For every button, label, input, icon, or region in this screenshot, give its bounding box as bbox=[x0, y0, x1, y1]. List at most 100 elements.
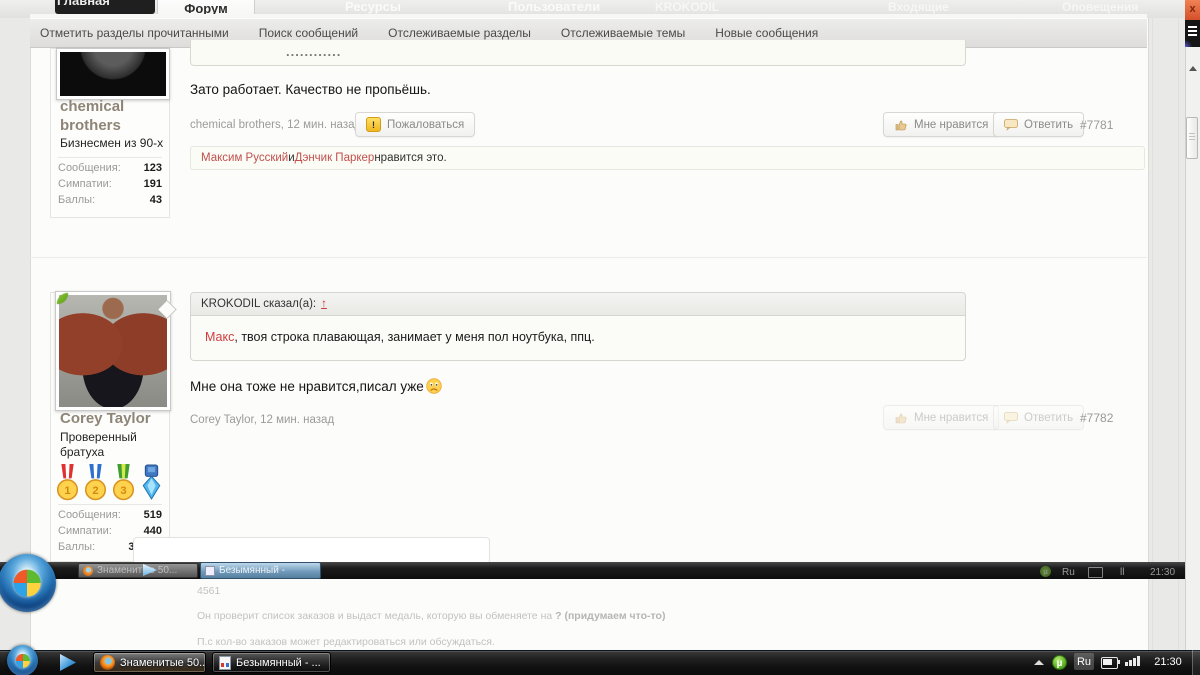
stat-label: Баллы: bbox=[58, 194, 95, 206]
ghost-keyboard-icon bbox=[1088, 567, 1103, 578]
subnav-watched-threads[interactable]: Отслеживаемые темы bbox=[561, 26, 685, 40]
faded-line-1: 4561 bbox=[197, 585, 220, 597]
post-meta-1[interactable]: chemical brothers, 12 мин. назад bbox=[190, 119, 361, 131]
svg-text:3: 3 bbox=[120, 485, 126, 497]
report-button[interactable]: ! Пожаловаться bbox=[355, 112, 475, 137]
thumb-up-icon bbox=[894, 411, 908, 425]
quote-author: KROKODIL сказал(а): bbox=[201, 298, 316, 310]
post-meta-2[interactable]: Corey Taylor, 12 мин. назад bbox=[190, 414, 334, 426]
ghost-clock: 21:30 bbox=[1150, 567, 1175, 578]
ghost-taskbar-button-2: Безымянный - bbox=[200, 562, 321, 579]
post-body-2-text: Мне она тоже не нравится,писал уже bbox=[190, 379, 424, 394]
ghost-windows-flag-icon bbox=[14, 570, 41, 597]
liker-link-2[interactable]: Дэнчик Паркер bbox=[295, 152, 375, 164]
medal-row: 1 2 3 bbox=[54, 464, 165, 501]
show-desktop-button[interactable] bbox=[1192, 650, 1200, 675]
svg-text:2: 2 bbox=[92, 485, 98, 497]
stat-value: 440 bbox=[144, 525, 162, 537]
quote-mention-link[interactable]: Макс bbox=[205, 330, 234, 344]
battery-icon[interactable] bbox=[1101, 657, 1118, 669]
header-inbox-link[interactable]: Входящие bbox=[888, 0, 949, 14]
subnav-search-posts[interactable]: Поиск сообщений bbox=[259, 26, 358, 40]
utorrent-tray-icon[interactable]: µ bbox=[1052, 655, 1067, 670]
embedded-screenshot-taskbar: Знаменитые 50... Безымянный - µ Ru ll 21… bbox=[0, 562, 1186, 579]
like-label: Мне нравится bbox=[914, 412, 988, 424]
svg-text:1: 1 bbox=[64, 485, 70, 497]
windows-flag-icon bbox=[15, 653, 29, 667]
ghost-taskbar-button-1: Знаменитые 50... bbox=[78, 563, 198, 578]
scroll-widget-close-icon[interactable]: x bbox=[1185, 0, 1200, 20]
scrollbar-track[interactable] bbox=[1185, 0, 1200, 650]
medal-gold-3-icon: 3 bbox=[110, 464, 137, 501]
post-body-1: Зато работает. Качество не пропьёшь. bbox=[190, 82, 431, 97]
tray-hidden-icons-arrow[interactable] bbox=[1034, 660, 1044, 665]
reply-button-1[interactable]: Ответить bbox=[993, 112, 1084, 137]
stat-label: Симпатии: bbox=[58, 178, 112, 190]
like-label: Мне нравится bbox=[914, 119, 988, 131]
stat-label: Сообщения: bbox=[58, 509, 121, 521]
report-label: Пожаловаться bbox=[387, 119, 464, 131]
stat-label: Сообщения: bbox=[58, 162, 121, 174]
faded-line-2: Он проверит список заказов и выдаст меда… bbox=[197, 610, 665, 622]
post-number-2[interactable]: #7782 bbox=[1080, 411, 1113, 425]
faded-line-2-text: Он проверит список заказов и выдаст меда… bbox=[197, 610, 555, 622]
quote-body: Макс, твоя строка плавающая, занимает у … bbox=[190, 316, 966, 361]
subnav-new-posts[interactable]: Новые сообщения bbox=[715, 26, 818, 40]
ghost-window-2-label: Безымянный - bbox=[219, 565, 285, 576]
like-button-2[interactable]: Мне нравится bbox=[883, 405, 999, 430]
language-indicator[interactable]: Ru bbox=[1074, 653, 1094, 670]
avatar-2[interactable] bbox=[55, 291, 171, 411]
author-title-1: Бизнесмен из 90-х bbox=[60, 136, 164, 151]
ghost-window-1-label: Знаменитые 50... bbox=[97, 565, 177, 576]
like-button-1[interactable]: Мне нравится bbox=[883, 112, 999, 137]
tab-resources[interactable]: Ресурсы bbox=[345, 0, 401, 14]
medal-gold-1-icon: 1 bbox=[54, 464, 81, 501]
reply-bubble-icon bbox=[1004, 119, 1018, 131]
card-divider bbox=[58, 504, 162, 505]
avatar-1-image bbox=[60, 52, 166, 96]
author-name-2[interactable]: Corey Taylor bbox=[60, 409, 164, 428]
author-title-2: Проверенный братуха bbox=[60, 430, 164, 460]
quote-dots: ............ bbox=[286, 44, 341, 59]
faded-line-2-bold: ? (придумаем что-то) bbox=[555, 610, 665, 622]
taskbar-button-paint[interactable]: Безымянный - ... bbox=[212, 652, 331, 673]
stat-points-1: Баллы: 43 bbox=[58, 194, 162, 210]
taskbar-window-2-label: Безымянный - ... bbox=[236, 657, 321, 669]
taskbar-button-firefox[interactable]: Знаменитые 50... bbox=[93, 652, 206, 673]
worried-smiley-icon bbox=[426, 378, 442, 394]
ghost-lang-indicator: Ru bbox=[1062, 567, 1075, 578]
stat-value: 43 bbox=[150, 194, 162, 206]
warning-icon: ! bbox=[366, 117, 381, 132]
post-number-1[interactable]: #7781 bbox=[1080, 118, 1113, 132]
clock[interactable]: 21:30 bbox=[1147, 650, 1189, 675]
scrollbar-up-arrow-icon[interactable] bbox=[1189, 66, 1197, 71]
ghost-utorrent-icon: µ bbox=[1040, 566, 1051, 577]
header-account-link[interactable]: KROKODIL bbox=[655, 0, 719, 14]
reply-button-2[interactable]: Ответить bbox=[993, 405, 1084, 430]
firefox-icon bbox=[100, 655, 115, 670]
avatar-1[interactable] bbox=[56, 48, 170, 100]
network-signal-icon[interactable] bbox=[1125, 656, 1140, 666]
medal-diamond-icon bbox=[138, 464, 165, 501]
author-name-1[interactable]: chemical brothers bbox=[60, 97, 162, 135]
page-edge-line-2 bbox=[1178, 0, 1179, 650]
stat-value: 191 bbox=[144, 178, 162, 190]
ghost-signal-bars-icon: ll bbox=[1120, 567, 1124, 578]
subnav-mark-read[interactable]: Отметить разделы прочитанными bbox=[40, 26, 229, 40]
tab-users[interactable]: Пользователи bbox=[508, 0, 600, 14]
tab-home[interactable]: Главная bbox=[55, 0, 155, 14]
reply-label: Ответить bbox=[1024, 412, 1073, 424]
start-button[interactable] bbox=[7, 645, 38, 675]
subnav-watched-forums[interactable]: Отслеживаемые разделы bbox=[388, 26, 531, 40]
scrollbar-thumb[interactable] bbox=[1186, 117, 1198, 159]
ghost-paint-icon bbox=[205, 566, 215, 576]
stat-value: 123 bbox=[144, 162, 162, 174]
quote-jump-arrow[interactable]: ↑ bbox=[321, 298, 327, 310]
reply-bubble-icon bbox=[1004, 412, 1018, 424]
liker-link-1[interactable]: Максим Русский bbox=[201, 152, 288, 164]
stat-messages-1: Сообщения: 123 bbox=[58, 162, 162, 178]
partial-box-edge bbox=[133, 537, 490, 564]
header-alerts-link[interactable]: Оповещения bbox=[1062, 0, 1138, 14]
stat-messages-2: Сообщения: 519 bbox=[58, 509, 162, 525]
floating-menu-icon[interactable] bbox=[1185, 20, 1200, 47]
